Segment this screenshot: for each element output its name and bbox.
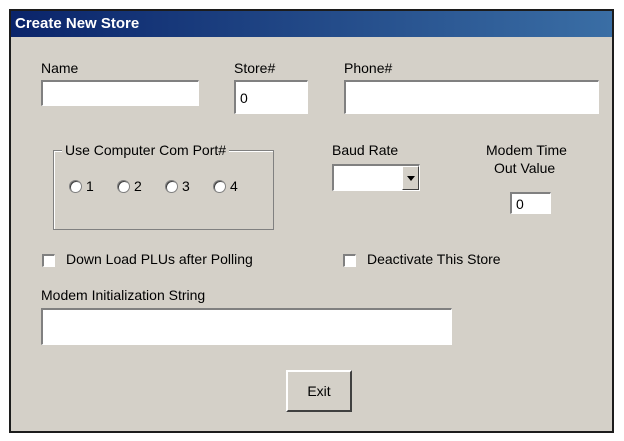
phone-number-input[interactable] [344, 80, 599, 114]
phone-number-label: Phone# [344, 60, 393, 76]
create-store-dialog: Create New Store Name Store# Phone# Use … [9, 9, 614, 433]
modem-init-input[interactable] [41, 308, 452, 345]
com-port-radio-2[interactable] [117, 180, 130, 193]
dropdown-button[interactable] [402, 166, 419, 190]
window-title: Create New Store [15, 15, 140, 32]
chevron-down-icon [406, 175, 415, 181]
timeout-label-line1: Modem Time [486, 142, 567, 158]
store-number-input[interactable] [234, 80, 308, 114]
timeout-label-line2: Out Value [494, 160, 556, 176]
com-port-radio-4[interactable] [213, 180, 226, 193]
exit-button-label: Exit [307, 383, 331, 399]
download-plus-label: Down Load PLUs after Polling [66, 251, 253, 267]
com-port-label: Use Computer Com Port# [62, 142, 230, 158]
com-port-radio-1[interactable] [69, 180, 82, 193]
com-port-radio-3[interactable] [165, 180, 178, 193]
download-plus-checkbox[interactable] [42, 254, 55, 267]
com-port-label-1: 1 [86, 178, 94, 194]
com-port-label-2: 2 [134, 178, 142, 194]
timeout-input[interactable] [510, 192, 551, 214]
name-label: Name [41, 60, 79, 76]
exit-button[interactable]: Exit [286, 370, 352, 412]
store-number-label: Store# [234, 60, 276, 76]
com-port-label-3: 3 [182, 178, 190, 194]
com-port-label-4: 4 [230, 178, 238, 194]
baud-rate-select[interactable] [332, 164, 420, 191]
deactivate-store-label: Deactivate This Store [367, 251, 501, 267]
deactivate-store-checkbox[interactable] [343, 254, 356, 267]
baud-rate-label: Baud Rate [332, 142, 399, 158]
title-bar[interactable]: Create New Store [11, 11, 612, 37]
name-input[interactable] [41, 80, 199, 106]
modem-init-label: Modem Initialization String [41, 287, 206, 303]
